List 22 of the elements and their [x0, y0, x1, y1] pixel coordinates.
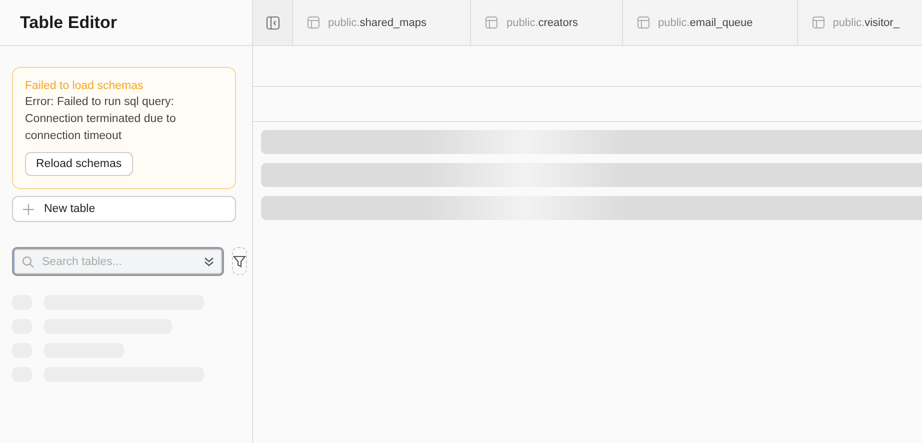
alert-message: Error: Failed to run sql query: Connection terminated due to connection timeout — [25, 95, 177, 144]
table-tab[interactable]: public.shared_maps — [293, 0, 472, 45]
search-icon — [22, 256, 34, 268]
filter-button[interactable] — [232, 247, 247, 275]
search-field[interactable]: Search tables... — [12, 247, 224, 276]
new-table-button[interactable]: New table — [12, 196, 236, 222]
page-title: Table Editor — [20, 12, 117, 32]
table-tab[interactable]: public.visitor_ — [798, 0, 900, 45]
collapse-sidebar-button[interactable] — [253, 0, 293, 45]
table-icon — [812, 16, 825, 29]
filter-icon — [233, 254, 246, 268]
table-icon — [307, 16, 320, 29]
plus-icon — [23, 204, 34, 214]
chevrons-down-icon — [204, 256, 214, 266]
table-tab[interactable]: public.email_queue — [623, 0, 798, 45]
table-icon — [485, 16, 498, 29]
alert-title: Failed to load schemas — [25, 80, 144, 92]
reload-schemas-button[interactable]: Reload schemas — [25, 152, 133, 176]
table-tab[interactable]: public.creators — [471, 0, 623, 45]
table-icon — [637, 16, 650, 29]
sidebar-panel-icon — [266, 16, 280, 30]
search-input[interactable]: Search tables... — [40, 254, 198, 268]
